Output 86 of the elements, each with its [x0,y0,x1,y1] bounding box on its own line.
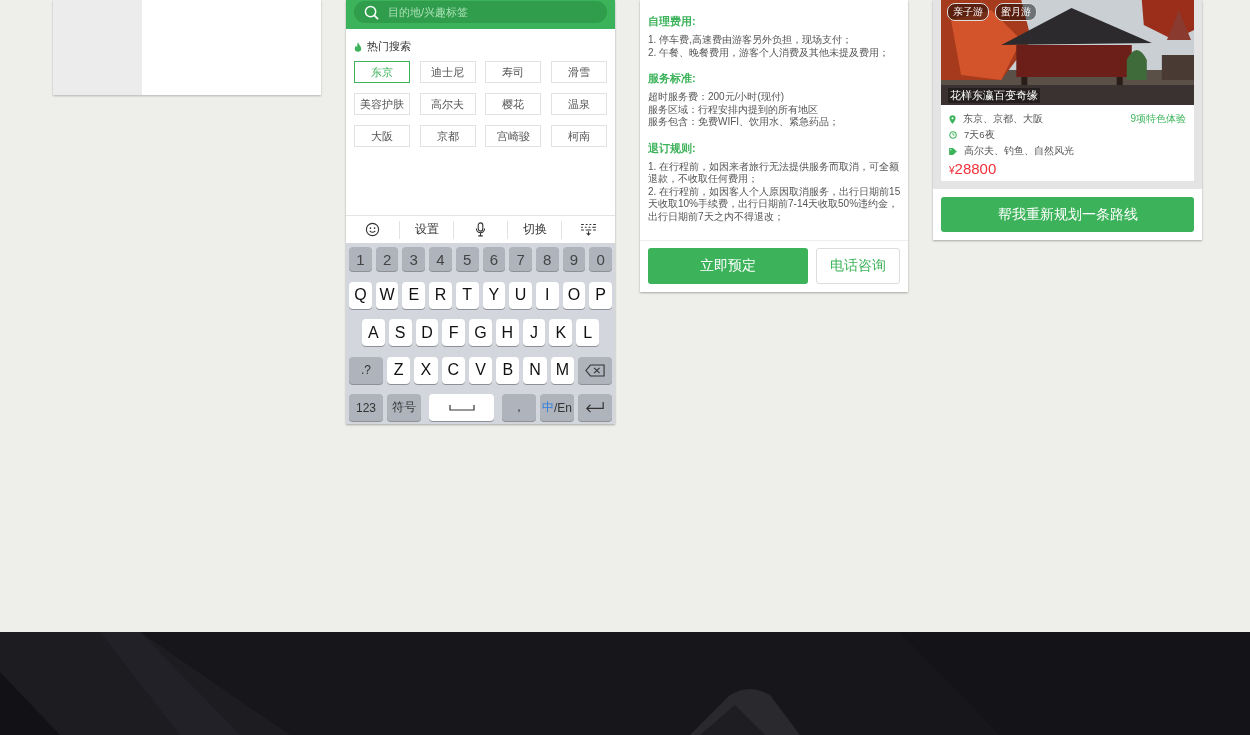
keyboard-key[interactable]: S [388,319,412,346]
keyboard-key[interactable]: 1 [349,247,372,271]
tag-button[interactable]: 滑雪 [550,61,607,83]
keyboard-key[interactable]: 6 [482,247,506,271]
tag-button[interactable]: 美容护肤 [354,93,410,115]
detail-text: 1. 在行程前，如因来者旅行无法提供服务而取消，可全额退款，不收取任何费用； [648,160,901,186]
keyboard-key[interactable]: P [589,281,613,309]
detail-text: 2. 在行程前，如因客人个人原因取消服务，出行日期前15天收取10%手续费，出行日期前7-14天收取50%违约金，出行日期前7天之内不得退改； [648,185,901,223]
keyboard-key[interactable]: 2 [375,247,399,271]
keyboard-key[interactable]: F [442,319,466,346]
keyboard-key[interactable]: D [415,319,439,346]
return-icon [585,401,605,414]
space-key[interactable] [429,394,494,421]
emoji-icon[interactable] [365,222,380,237]
language-key[interactable]: 中/En [540,394,574,421]
themes-text: 高尔夫、钓鱼、自然风光 [964,144,1074,158]
keyboard-key[interactable]: 7 [509,247,532,271]
keyboard-key[interactable]: 4 [429,247,452,271]
keyboard-key[interactable]: R [429,281,452,309]
keyboard-key[interactable]: A [362,319,385,346]
section-heading: 退订规则: [648,140,697,156]
destinations-text: 东京、京都、大阪 [963,112,1043,126]
flame-icon [354,41,362,52]
toolbar-button[interactable]: 切换 [522,221,547,238]
tag-button[interactable]: 樱花 [485,93,541,115]
tag-icon [949,147,957,155]
keyboard-key[interactable]: V [468,356,493,384]
clock-icon [949,131,957,139]
keyboard-key[interactable]: U [509,281,532,309]
section-heading: 服务标准: [648,71,697,86]
tag-button[interactable]: 寿司 [485,61,541,83]
keyboard-key[interactable]: M [550,356,574,384]
keyboard-key[interactable]: N [523,356,547,384]
keyboard-key[interactable]: 9 [562,247,586,271]
tag-button[interactable]: 高尔夫 [419,93,476,115]
price: ¥28800 [949,160,998,177]
detail-text: 服务区域：行程安排内提到的所有地区 [648,103,819,116]
route-title: 花样东瀛百变奇缘 [948,88,1040,103]
keyboard-key[interactable]: 符号 [387,394,421,421]
search-icon [364,4,379,20]
keyboard-key[interactable]: .? [349,356,383,384]
backspace-key[interactable] [577,356,612,384]
tag-button[interactable]: 京都 [419,125,476,147]
return-key[interactable] [578,394,612,421]
detail-text: 服务包含：免费WIFI、饮用水、紧急药品； [648,116,841,129]
keyboard-key[interactable]: 0 [589,247,613,271]
tag-button[interactable]: 迪士尼 [419,61,476,83]
tag-button[interactable]: 宫崎骏 [485,125,541,147]
keyboard-key[interactable]: 8 [535,247,559,271]
detail-text: 1. 停车费,高速费由游客另外负担，现场支付； [648,34,853,47]
keyboard-key[interactable]: 5 [455,247,479,271]
keyboard-key[interactable]: G [469,319,492,346]
search-field[interactable]: 目的地/兴趣标签 [354,1,607,23]
tag-button[interactable]: 温泉 [550,93,607,115]
keyboard-key[interactable]: X [414,356,438,384]
keyboard-key[interactable]: O [562,281,586,309]
keyboard-key[interactable]: E [402,281,426,309]
keyboard-key[interactable]: B [496,356,520,384]
detail-text: 2. 午餐、晚餐费用，游客个人消费及其他未提及费用； [648,46,891,59]
keyboard-key[interactable]: T [455,281,479,309]
section-title: 热门搜索 [367,39,411,54]
microphone-icon[interactable] [475,222,486,237]
keyboard-key[interactable]: J [522,319,546,346]
keyboard-key[interactable]: Z [387,356,411,384]
toolbar-button[interactable]: 设置 [414,221,439,238]
keyboard-key[interactable]: K [549,319,573,346]
backspace-icon [584,363,605,377]
keyboard-key[interactable]: Y [482,281,506,309]
space-icon [448,404,475,411]
keyboard-key[interactable]: W [375,281,399,309]
tag-button[interactable]: 柯南 [550,125,607,147]
keyboard-key[interactable]: C [441,356,465,384]
tag-chip: 亲子游 [947,3,989,21]
keyboard-key[interactable]: L [576,319,600,346]
location-pin-icon [949,114,956,124]
section-heading: 自理费用: [648,14,697,29]
keyboard-key[interactable]: ， [502,394,536,421]
duration-text: 7天6夜 [964,128,995,142]
keyboard-key[interactable]: 3 [402,247,426,271]
keyboard-key[interactable]: Q [349,281,372,309]
tag-button[interactable]: 大阪 [354,125,410,147]
keyboard-key[interactable]: I [535,281,559,309]
detail-text: 超时服务费：200元/小时(现付) [648,91,786,104]
keyboard-hide-icon[interactable] [580,223,597,236]
keyboard-key[interactable]: 123 [349,394,383,421]
keyboard-key[interactable]: H [495,319,519,346]
